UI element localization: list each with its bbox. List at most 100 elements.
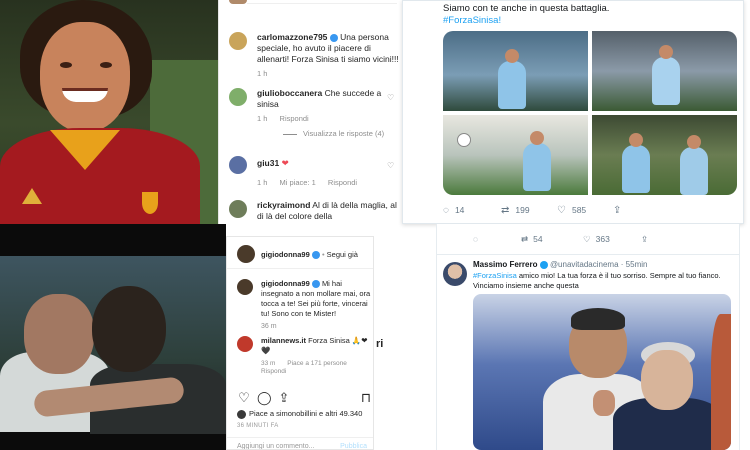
save-bookmark-icon[interactable]: ⊓ — [359, 391, 373, 405]
instagram-comments-panel: carlomazzone795 Una persona speciale, ho… — [218, 0, 400, 224]
comment-time: 1 h — [257, 178, 268, 187]
liked-by[interactable]: Piace a simonobillini e altri 49.340 — [237, 409, 362, 419]
post-author-line: gigiodonna99 • Segui già — [261, 250, 358, 260]
retweet-icon: ⇄ — [521, 234, 529, 244]
photo-face-right — [641, 350, 693, 410]
author-avatar[interactable] — [237, 245, 255, 263]
comment-avatar[interactable] — [237, 336, 253, 352]
like-icon: ♡ — [557, 205, 566, 216]
comment-username[interactable]: rickyraimond — [257, 200, 310, 210]
reply-link[interactable]: Rispondi — [328, 178, 357, 187]
embrace-photo — [0, 224, 226, 450]
tweet-hashtag[interactable]: #ForzaSinisa! — [443, 15, 501, 26]
comment-meta: 33 m Piace a 171 persone — [261, 360, 373, 367]
heart-emoji: ❤ — [281, 158, 289, 168]
tweet-header: Massimo Ferrero @unavitadacinema · 55min — [473, 260, 648, 269]
comment-text: milannews.it Forza Sinisa 🙏❤🖤 — [261, 336, 373, 356]
retweet-count: 199 — [515, 205, 530, 215]
reply-action[interactable]: ◌ — [473, 234, 478, 244]
comment-username[interactable]: giulioboccanera — [257, 88, 322, 98]
view-replies-link[interactable]: Visualizza le risposte (4) — [283, 129, 399, 138]
reply-action[interactable]: ◌ 14 — [443, 205, 464, 216]
avatar[interactable] — [229, 156, 247, 174]
post-time-ago: 36 MINUTI FA — [237, 423, 279, 429]
tweet-time[interactable]: 55min — [626, 260, 648, 269]
ball-icon — [457, 133, 471, 147]
photo-player — [652, 45, 680, 105]
comment-item: carlomazzone795 Una persona speciale, ho… — [229, 32, 399, 78]
caption-username[interactable]: gigiodonna99 — [261, 279, 310, 288]
screenshot-collage: carlomazzone795 Una persona speciale, ho… — [0, 0, 750, 450]
add-comment-input[interactable]: Aggiungi un commento... — [237, 443, 314, 449]
avatar[interactable] — [229, 88, 247, 106]
like-heart-icon[interactable]: ♡ — [237, 391, 251, 405]
avatar[interactable] — [229, 32, 247, 50]
comment-time: 33 m — [261, 360, 276, 367]
reply-link[interactable]: Rispondi — [261, 368, 373, 375]
author-handle[interactable]: @unavitadacinema — [550, 260, 619, 269]
share-icon: ⇪ — [613, 205, 622, 216]
cropped-text: ri — [376, 338, 384, 350]
following-label[interactable]: Segui già — [327, 250, 358, 259]
view-replies-label[interactable]: Visualizza le risposte (4) — [303, 129, 384, 138]
tweet-text: Siamo con te anche in questa battaglia. — [443, 3, 610, 14]
retweet-action[interactable]: ⇄ 199 — [501, 205, 530, 216]
tweet-photo-3[interactable] — [443, 115, 588, 195]
divider — [247, 3, 397, 4]
tweet-hashtag[interactable]: #ForzaSinisa — [473, 271, 517, 280]
reply-count: 14 — [454, 205, 465, 215]
tweet-photo[interactable] — [473, 294, 731, 450]
like-count: 363 — [595, 234, 610, 244]
author-avatar[interactable] — [443, 262, 467, 286]
reply-link[interactable]: Rispondi — [280, 114, 309, 123]
tweet-photo-grid[interactable] — [443, 31, 737, 195]
like-heart-icon[interactable]: ♡ — [387, 94, 395, 102]
tweet-photo-4[interactable] — [592, 115, 737, 195]
instagram-post-panel: gigiodonna99 • Segui già gigiodonna99 Mi… — [226, 236, 374, 450]
tweet-card: Siamo con te anche in questa battaglia. … — [402, 0, 744, 224]
comment-item: rickyraimond Al di là della maglia, al d… — [229, 200, 399, 222]
comment-meta: 1 h Rispondi — [257, 114, 399, 123]
comment-text: carlomazzone795 Una persona speciale, ho… — [257, 32, 399, 65]
share-icon[interactable]: ⇪ — [277, 391, 291, 405]
comment-username[interactable]: milannews.it — [261, 336, 306, 345]
add-comment-bar[interactable]: Aggiungi un commento... Pubblica — [227, 437, 373, 449]
tweet-photo-2[interactable] — [592, 31, 737, 111]
caption-time: 36 m — [261, 323, 277, 330]
tweet-divider — [437, 254, 739, 255]
photo-hair-left — [571, 308, 625, 330]
comment-text: rickyraimond Al di là della maglia, al d… — [257, 200, 399, 222]
reply-icon: ◌ — [443, 205, 449, 216]
photo-player — [523, 131, 551, 191]
author-name[interactable]: Massimo Ferrero — [473, 260, 537, 269]
photo-hand — [593, 390, 615, 416]
publish-button[interactable]: Pubblica — [340, 443, 367, 449]
tweet-photo-1[interactable] — [443, 31, 588, 111]
verified-badge-icon — [311, 280, 320, 289]
comment-bubble-icon[interactable]: ◯ — [257, 391, 272, 405]
comment-text: giu31 ❤ — [257, 156, 399, 169]
comment-username[interactable]: giu31 — [257, 158, 279, 168]
comment-item: giu31 ❤ ♡ 1 h Mi piace: 1 Rispondi — [229, 156, 399, 187]
comment-username[interactable]: carlomazzone795 — [257, 32, 327, 42]
caption-item: gigiodonna99 Mi hai insegnato a non moll… — [237, 279, 373, 330]
liker-avatar — [237, 409, 246, 419]
retweet-action[interactable]: ⇄ 54 — [521, 234, 543, 245]
share-action[interactable]: ⇪ — [641, 234, 648, 245]
comment-item: giulioboccanera Che succede a sinisa ♡ 1… — [229, 88, 399, 138]
comment-likes[interactable]: Piace a 171 persone — [287, 360, 347, 367]
comment-likes[interactable]: Mi piace: 1 — [280, 178, 316, 187]
comment-time: 1 h — [257, 69, 268, 78]
comment-meta: 1 h — [257, 69, 399, 78]
share-action[interactable]: ⇪ — [613, 205, 627, 216]
like-action[interactable]: ♡ 585 — [557, 205, 586, 216]
retweet-count: 54 — [533, 234, 543, 244]
liked-by-text[interactable]: Piace a simonobillini e altri 49.340 — [249, 409, 362, 418]
comment-time: 1 h — [257, 114, 268, 123]
avatar[interactable] — [229, 200, 247, 218]
photo-smile — [62, 88, 108, 102]
like-action[interactable]: ♡ 363 — [583, 234, 610, 245]
author-avatar[interactable] — [237, 279, 253, 295]
post-author[interactable]: gigiodonna99 — [261, 250, 310, 259]
like-heart-icon[interactable]: ♡ — [387, 162, 395, 170]
